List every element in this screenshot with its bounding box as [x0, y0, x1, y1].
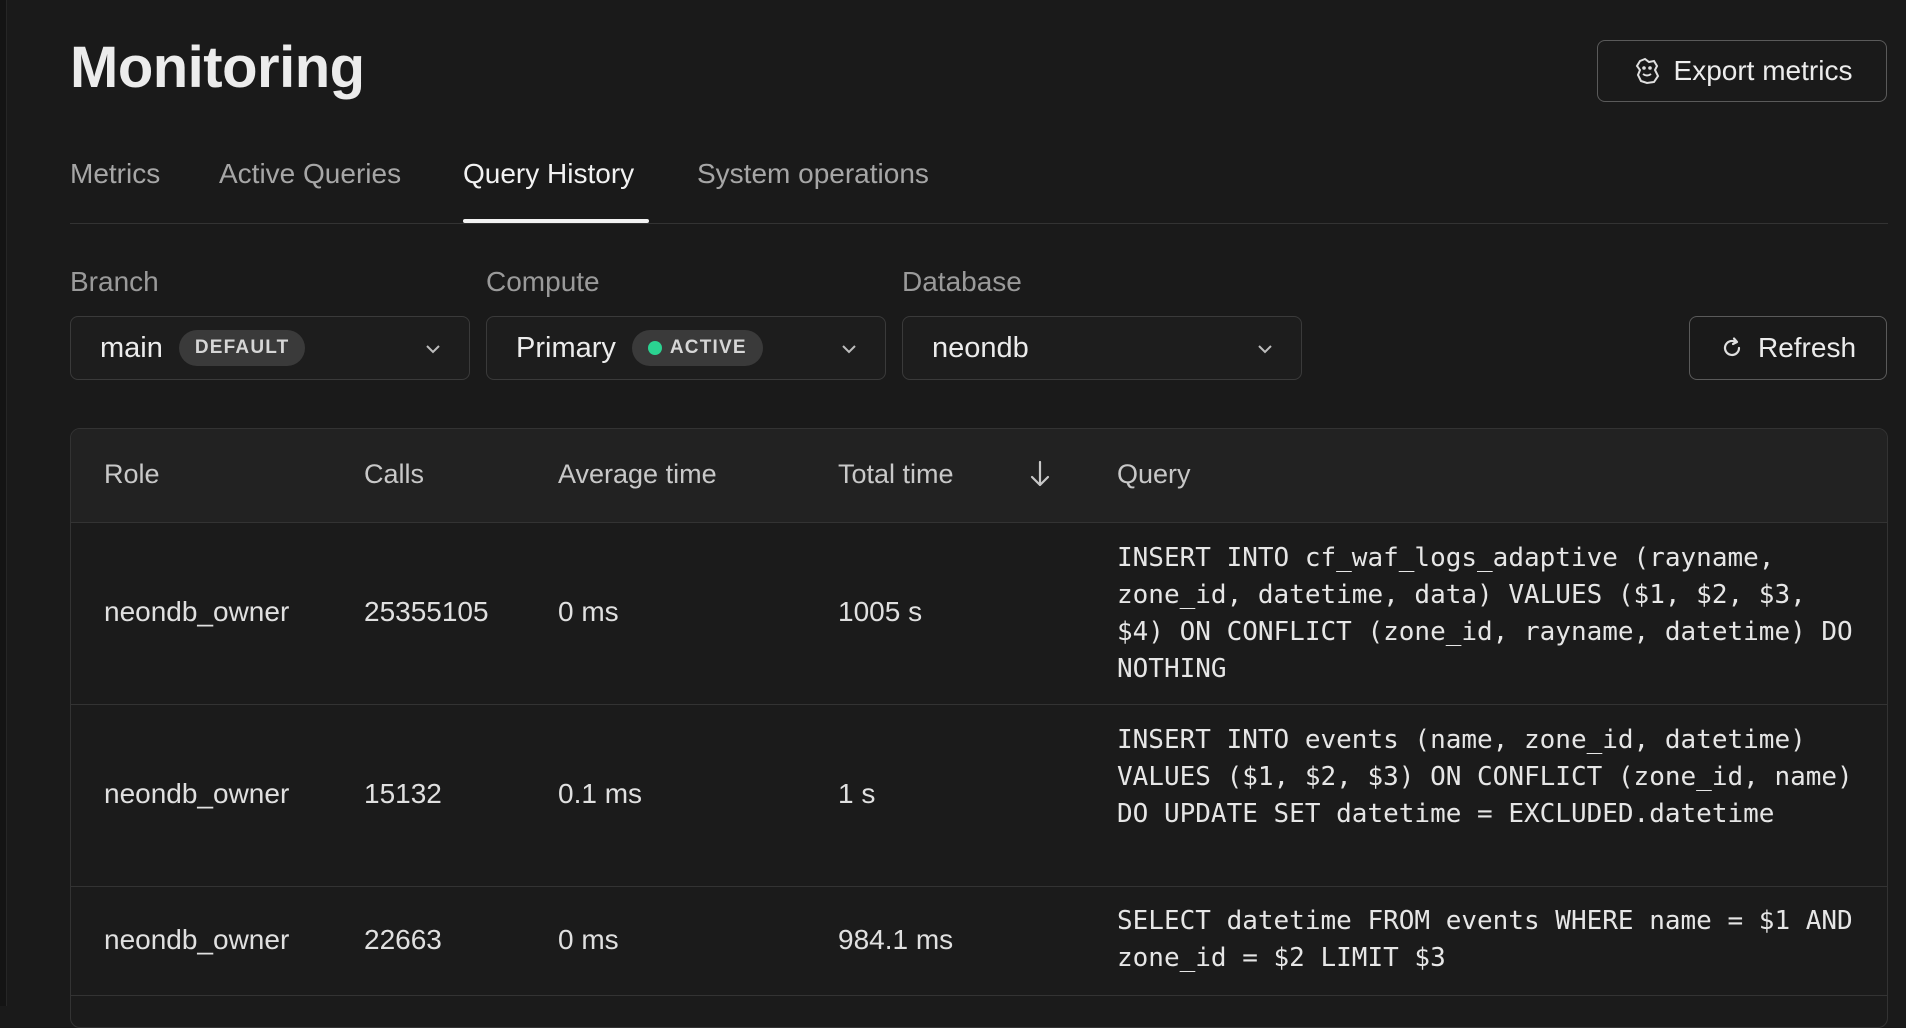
active-tab-indicator [463, 219, 649, 223]
role-cell: neondb_owner [104, 596, 290, 627]
compute-label: Compute [486, 266, 600, 297]
refresh-icon [1723, 337, 1741, 357]
compute-select[interactable]: Primary ACTIVE [486, 316, 886, 380]
chevron-down-icon [842, 345, 856, 354]
table-row[interactable]: neondb_owner 25355105 0 ms 1005 s INSERT… [71, 522, 1887, 705]
column-header-calls[interactable]: Calls [364, 459, 424, 490]
average-time-cell: 0.1 ms [558, 778, 643, 809]
table-row[interactable]: neondb_owner 15132 0.1 ms 1 s INSERT INT… [71, 704, 1887, 887]
export-metrics-label: Export metrics [1673, 55, 1853, 86]
total-time-cell: 1005 s [838, 596, 923, 627]
branch-label: Branch [70, 266, 159, 297]
datadog-icon [1635, 57, 1659, 85]
default-badge: DEFAULT [178, 330, 306, 366]
calls-cell: 22663 [364, 924, 442, 955]
total-time-cell: 984.1 ms [838, 924, 954, 955]
refresh-button[interactable]: Refresh [1689, 316, 1887, 380]
table-row[interactable] [71, 995, 1887, 1027]
tab-query-history[interactable]: Query History [463, 158, 634, 190]
status-dot [647, 341, 662, 355]
refresh-label: Refresh [1757, 332, 1857, 363]
default-badge-label: DEFAULT [194, 337, 290, 358]
database-value: neondb [932, 331, 1029, 364]
total-time-cell: 1 s [838, 778, 876, 809]
role-cell: neondb_owner [104, 924, 290, 955]
compute-value: Primary [516, 331, 616, 364]
monitoring-tabs: Metrics Active Queries Query History Sys… [70, 150, 1888, 224]
arrow-down-icon[interactable] [1027, 459, 1053, 489]
role-cell: neondb_owner [104, 778, 290, 809]
tab-active-queries[interactable]: Active Queries [219, 158, 401, 190]
export-metrics-button[interactable]: Export metrics [1597, 40, 1887, 102]
active-status-badge: ACTIVE [631, 330, 763, 366]
tab-system-operations[interactable]: System operations [697, 158, 929, 190]
calls-cell: 15132 [364, 778, 442, 809]
active-badge-label: ACTIVE [669, 337, 747, 358]
average-time-cell: 0 ms [558, 924, 619, 955]
branch-value: main [100, 331, 163, 364]
column-header-role[interactable]: Role [104, 459, 160, 490]
branch-select[interactable]: main DEFAULT [70, 316, 470, 380]
chevron-down-icon [426, 345, 440, 354]
column-header-query[interactable]: Query [1117, 459, 1191, 490]
query-cell: INSERT INTO events (name, zone_id, datet… [1117, 725, 1853, 829]
table-row[interactable]: neondb_owner 22663 0 ms 984.1 ms SELECT … [71, 886, 1887, 996]
query-cell: INSERT INTO cf_waf_logs_adaptive (raynam… [1117, 543, 1853, 684]
database-label: Database [902, 266, 1022, 297]
column-header-total-time[interactable]: Total time [838, 459, 954, 490]
tab-metrics[interactable]: Metrics [70, 158, 160, 190]
left-edge-divider [0, 0, 7, 1006]
column-header-average-time[interactable]: Average time [558, 459, 717, 490]
query-cell: SELECT datetime FROM events WHERE name =… [1117, 906, 1853, 973]
average-time-cell: 0 ms [558, 596, 619, 627]
table-header: Role Calls Average time Total time Query [71, 429, 1887, 523]
page-title: Monitoring [70, 35, 365, 100]
calls-cell: 25355105 [364, 596, 489, 627]
chevron-down-icon [1258, 345, 1272, 354]
query-history-table: Role Calls Average time Total time Query… [70, 428, 1888, 1028]
database-select[interactable]: neondb [902, 316, 1302, 380]
